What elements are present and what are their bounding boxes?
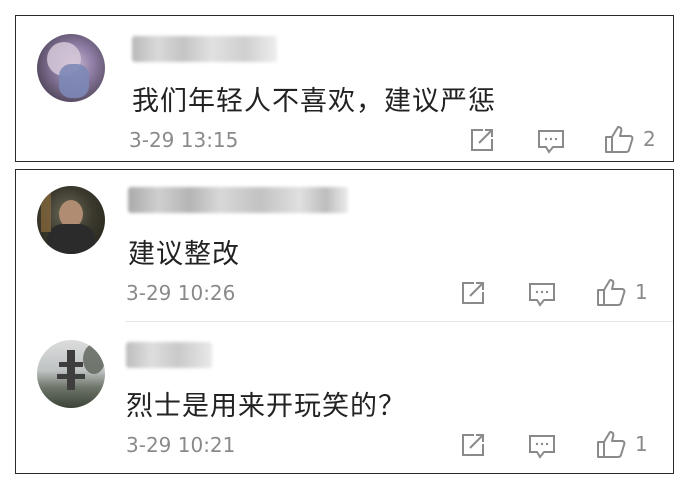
like-count: 2 xyxy=(643,127,656,151)
comment-time: 3-29 10:21 xyxy=(126,433,236,457)
comment-time: 3-29 13:15 xyxy=(129,128,239,152)
comment-item: 建议整改 3-29 10:26 1 xyxy=(16,170,673,320)
reply-button[interactable] xyxy=(528,434,556,460)
like-count: 1 xyxy=(635,432,648,456)
share-button[interactable] xyxy=(460,280,486,306)
comment-icon xyxy=(529,435,555,459)
comment-icon xyxy=(538,130,564,154)
like-button[interactable]: 2 xyxy=(604,124,656,154)
thumbs-up-icon xyxy=(605,126,634,153)
username-blurred[interactable] xyxy=(128,187,348,213)
avatar[interactable] xyxy=(37,34,105,102)
comment-time: 3-29 10:26 xyxy=(126,281,236,305)
comment-text: 建议整改 xyxy=(128,239,240,270)
comment-text: 我们年轻人不喜欢，建议严惩 xyxy=(132,86,496,117)
avatar[interactable] xyxy=(37,340,105,408)
comment-item: 烈士是用来开玩笑的？ 3-29 10:21 1 xyxy=(16,322,673,472)
share-button[interactable] xyxy=(460,432,486,458)
reply-button[interactable] xyxy=(537,129,565,155)
share-icon xyxy=(462,282,484,304)
username-blurred[interactable] xyxy=(132,36,277,62)
username-blurred[interactable] xyxy=(126,342,212,368)
share-button[interactable] xyxy=(469,127,495,153)
share-icon xyxy=(462,434,484,456)
comment-text: 烈士是用来开玩笑的？ xyxy=(126,391,406,422)
comment-icon xyxy=(529,283,555,307)
like-count: 1 xyxy=(635,280,648,304)
comment-item: 我们年轻人不喜欢，建议严惩 3-29 13:15 2 xyxy=(16,16,673,163)
thumbs-up-icon xyxy=(597,279,626,306)
avatar[interactable] xyxy=(37,186,105,254)
like-button[interactable]: 1 xyxy=(596,429,648,459)
reply-button[interactable] xyxy=(528,282,556,308)
like-button[interactable]: 1 xyxy=(596,277,648,307)
comment-panel-top: 我们年轻人不喜欢，建议严惩 3-29 13:15 2 xyxy=(15,15,674,162)
thumbs-up-icon xyxy=(597,431,626,458)
comment-panel-bottom: 建议整改 3-29 10:26 1 烈士是用来开玩笑的？ 3-29 10:21 … xyxy=(15,169,674,474)
share-icon xyxy=(471,129,493,151)
